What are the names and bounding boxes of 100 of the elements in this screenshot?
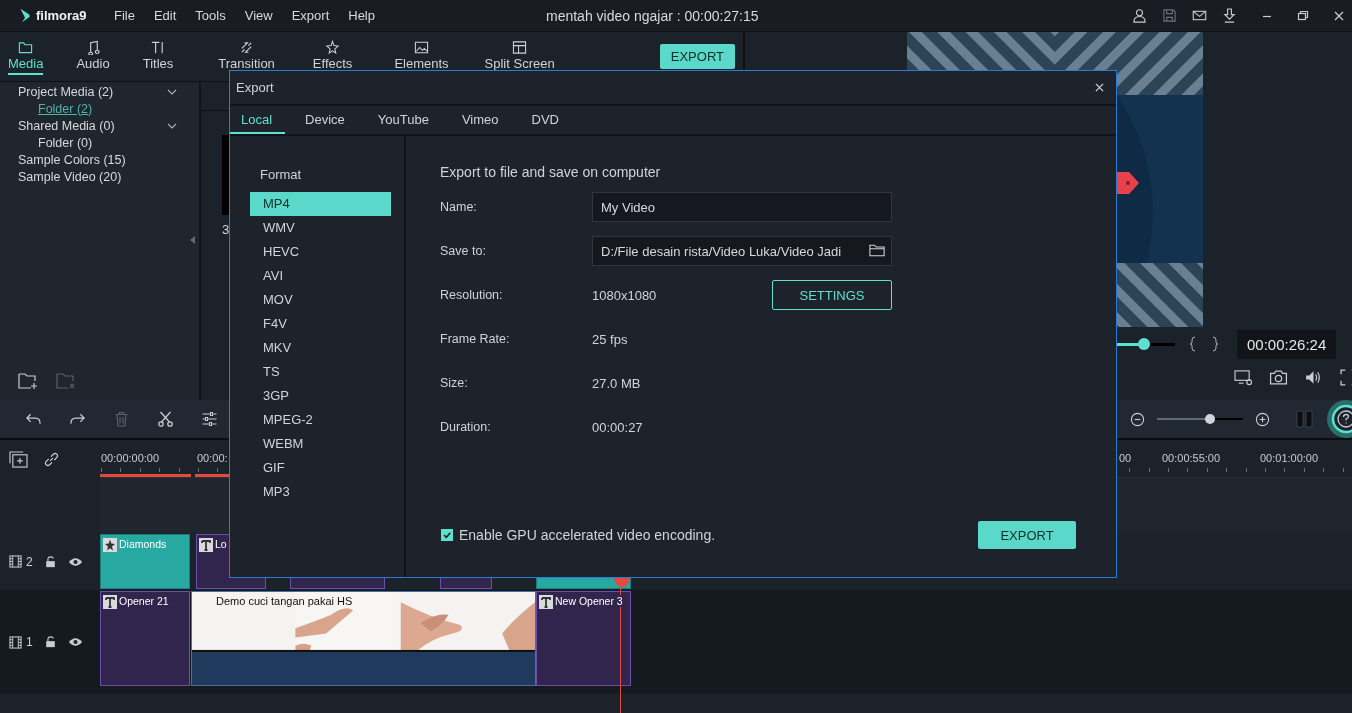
library-item[interactable]: Folder (2) [38,101,93,116]
track-number: 2 [26,554,33,569]
library-item[interactable]: Project Media (2) [18,84,114,99]
field-label: Name: [440,200,478,214]
timecode-display: 00:00:26:24 [1237,329,1337,359]
menu-item[interactable]: Export [291,8,330,23]
eye-icon[interactable] [67,637,83,647]
folder-icon[interactable] [869,244,885,257]
media-label: 3 [222,222,230,237]
restore-icon[interactable] [1297,9,1309,22]
title-clip[interactable]: Opener 21 [100,591,190,686]
library-item[interactable]: Sample Video (20) [18,169,122,184]
ruler-time-label: 00 [1119,452,1132,464]
undo-icon[interactable] [25,411,42,427]
camera-icon[interactable] [1269,369,1288,386]
video-clip[interactable]: Demo cuci tangan pakai HS [191,591,536,686]
clip-label: Opener 21 [119,595,169,607]
format-item[interactable]: HEVC [250,240,391,264]
ruler-time-label: 00:00: [197,452,228,464]
field-label: Resolution: [440,288,504,302]
dialog-tab[interactable]: DVD [518,106,572,134]
format-item[interactable]: F4V [250,312,391,336]
field-value: 1080x1080 [592,287,658,303]
lock-icon[interactable] [44,636,56,648]
chevron-icon[interactable] [167,88,177,95]
text-clip-icon [103,595,117,609]
format-item[interactable]: 3GP [250,384,391,408]
display-settings-icon[interactable] [1234,369,1253,386]
playback-slider-thumb[interactable] [1137,337,1150,350]
menu-item[interactable]: Edit [153,8,177,23]
media-tab[interactable]: Media [8,32,44,75]
format-item[interactable]: MP4 [250,192,391,216]
link-icon[interactable] [42,450,61,468]
track-number: 1 [26,635,33,649]
add-track-icon[interactable] [9,450,28,468]
dialog-tab[interactable]: Local [230,106,286,134]
lock-icon[interactable] [44,555,56,568]
format-item[interactable]: MPEG-2 [250,408,391,432]
new-folder-icon[interactable] [18,372,38,390]
checkbox[interactable] [441,529,453,541]
name-input[interactable]: My Video [592,192,892,222]
dialog-tab[interactable]: Vimeo [448,106,512,134]
volume-icon[interactable] [1304,369,1323,386]
field-label: Duration: [440,420,492,434]
export-button[interactable]: EXPORT [659,44,735,69]
star-icon [325,40,341,55]
user-icon[interactable] [1132,8,1147,23]
menu-item[interactable]: File [114,8,135,23]
media-tab[interactable]: Elements [394,32,449,75]
mark-out-icon[interactable] [1211,336,1219,352]
format-item[interactable]: MKV [250,336,391,360]
save-icon[interactable] [1162,8,1177,23]
format-item[interactable]: AVI [250,264,391,288]
zoom-in-icon[interactable] [1255,411,1270,427]
section-heading: Export to file and save on computer [440,164,662,180]
dialog-tab[interactable]: YouTube [364,106,442,134]
field-value: 00:00:27 [592,419,644,435]
format-item[interactable]: MP3 [250,480,391,504]
media-tab[interactable]: Titles [142,32,174,75]
clip-label: Lo [215,538,227,550]
mail-icon[interactable] [1192,8,1207,23]
playhead-line[interactable] [620,587,621,713]
ruler-time-label: 00:00:00:00 [101,452,160,464]
text-icon [150,40,166,55]
close-icon[interactable] [1333,9,1345,22]
export-button[interactable]: EXPORT [978,521,1076,549]
format-item[interactable]: GIF [250,456,391,480]
app-logo: filmora9 [36,8,87,23]
title-clip[interactable]: New Opener 3 [536,591,631,686]
library-item[interactable]: Sample Colors (15) [18,152,126,167]
format-item[interactable]: MOV [250,288,391,312]
dialog-tab[interactable]: Device [292,106,358,134]
field-label: Save to: [440,244,487,258]
field-label: Size: [440,376,469,390]
close-icon[interactable] [1095,83,1104,92]
logo-icon [19,7,31,24]
settings-button[interactable]: SETTINGS [772,280,892,310]
media-tab[interactable]: Transition [218,32,275,75]
format-item[interactable]: WEBM [250,432,391,456]
format-item[interactable]: WMV [250,216,391,240]
zoom-slider-thumb[interactable] [1205,414,1216,424]
adjust-icon[interactable] [201,411,218,427]
mark-in-icon[interactable] [1189,336,1197,352]
menu-item[interactable]: Help [348,8,375,23]
media-tab[interactable]: Audio [76,32,110,75]
chevron-icon[interactable] [167,122,177,129]
download-icon[interactable] [1222,8,1237,23]
format-item[interactable]: TS [250,360,391,384]
eye-icon[interactable] [67,556,83,567]
cut-icon[interactable] [157,411,174,427]
media-tab[interactable]: Split Screen [484,32,555,75]
redo-icon[interactable] [69,411,86,427]
collapse-arrow-icon[interactable] [190,236,195,244]
zoom-out-icon[interactable] [1130,411,1145,427]
save-path-input[interactable]: D:/File desain rista/Video Luka/Video Jadi [592,236,892,266]
library-item[interactable]: Folder (0) [38,135,93,150]
menu-item[interactable]: View [244,8,273,23]
menu-item[interactable]: Tools [195,8,226,23]
library-item[interactable]: Shared Media (0) [18,118,115,133]
media-tab[interactable]: Effects [312,32,353,75]
